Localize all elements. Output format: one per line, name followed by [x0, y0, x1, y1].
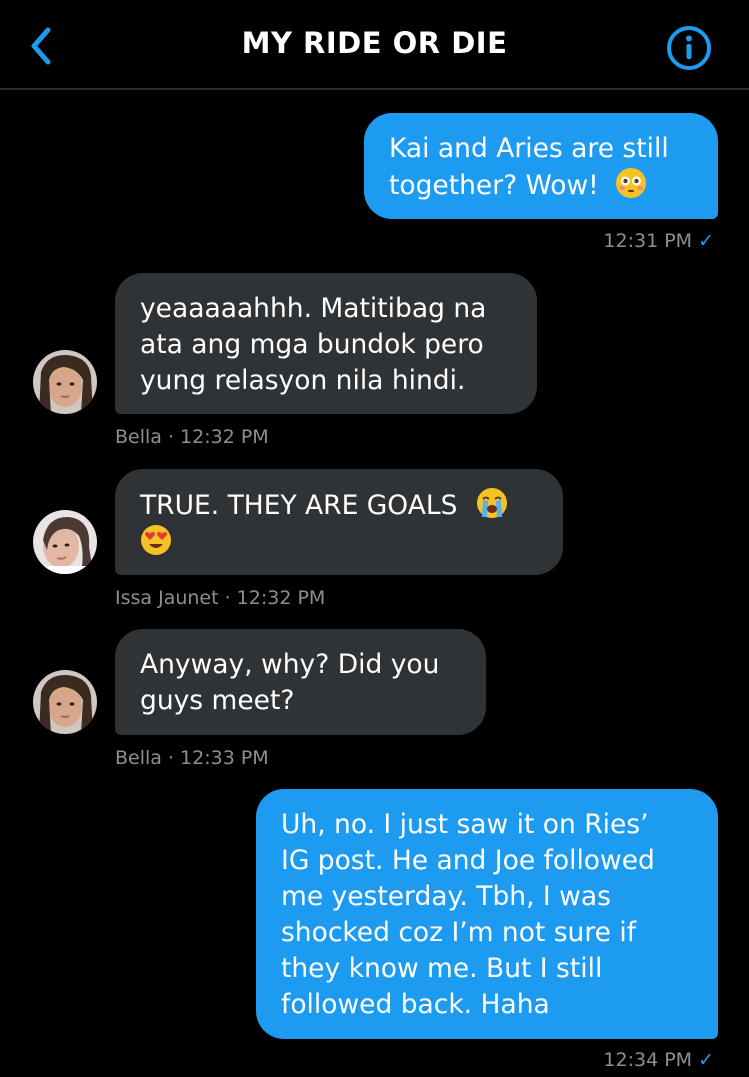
message-meta: 12:31 PM ✓	[603, 230, 714, 252]
message-meta: 12:34 PM ✓	[603, 1049, 714, 1071]
avatar-bella[interactable]	[33, 670, 97, 734]
message-meta: Issa Jaunet · 12:32 PM	[115, 587, 326, 609]
info-icon	[667, 26, 711, 70]
message-text-line: ata ang mga bundok pero	[140, 329, 484, 360]
read-receipt-icon: ✓	[698, 1049, 714, 1071]
chat-header: MY RIDE OR DIE	[0, 0, 749, 90]
message-bubble-outgoing[interactable]: Uh, no. I just saw it on Ries’ IG post. …	[256, 789, 718, 1039]
message-text-line: followed back. Haha	[281, 989, 550, 1020]
message-text-line: they know me. But I still	[281, 953, 603, 984]
heart-eyes-emoji	[141, 525, 171, 555]
message-bubble-outgoing[interactable]: Kai and Aries are still together? Wow!	[364, 113, 718, 219]
message-text-line: TRUE. THEY ARE GOALS	[140, 487, 538, 524]
message-text-line: IG post. He and Joe followed	[281, 845, 655, 876]
avatar-bella[interactable]	[33, 350, 97, 414]
message-text-line: Uh, no. I just saw it on Ries’	[281, 809, 649, 840]
message-text-line: shocked coz I’m not sure if	[281, 917, 637, 948]
message-bubble-incoming[interactable]: yeaaaaahhh. Matitibag na ata ang mga bun…	[115, 273, 537, 414]
message-text-line: yeaaaaahhh. Matitibag na	[140, 293, 487, 324]
read-receipt-icon: ✓	[698, 230, 714, 252]
message-text-line: guys meet?	[140, 685, 295, 716]
message-text-line	[140, 524, 538, 561]
message-bubble-incoming[interactable]: Anyway, why? Did you guys meet?	[115, 629, 486, 735]
avatar-issa[interactable]	[33, 510, 97, 574]
message-bubble-incoming[interactable]: TRUE. THEY ARE GOALS	[115, 469, 563, 575]
flushed-face-emoji	[616, 168, 647, 198]
message-text-line: together? Wow!	[389, 167, 693, 204]
chat-title: MY RIDE OR DIE	[241, 26, 508, 60]
message-meta: Bella · 12:33 PM	[115, 747, 269, 769]
message-text-line: yung relasyon nila hindi.	[140, 365, 466, 396]
loudly-crying-face-emoji	[476, 488, 507, 518]
info-button[interactable]	[666, 25, 712, 71]
message-text-line: Anyway, why? Did you	[140, 649, 440, 680]
message-text-line: me yesterday. Tbh, I was	[281, 881, 611, 912]
message-meta: Bella · 12:32 PM	[115, 426, 269, 448]
message-text-line: Kai and Aries are still	[389, 133, 669, 164]
